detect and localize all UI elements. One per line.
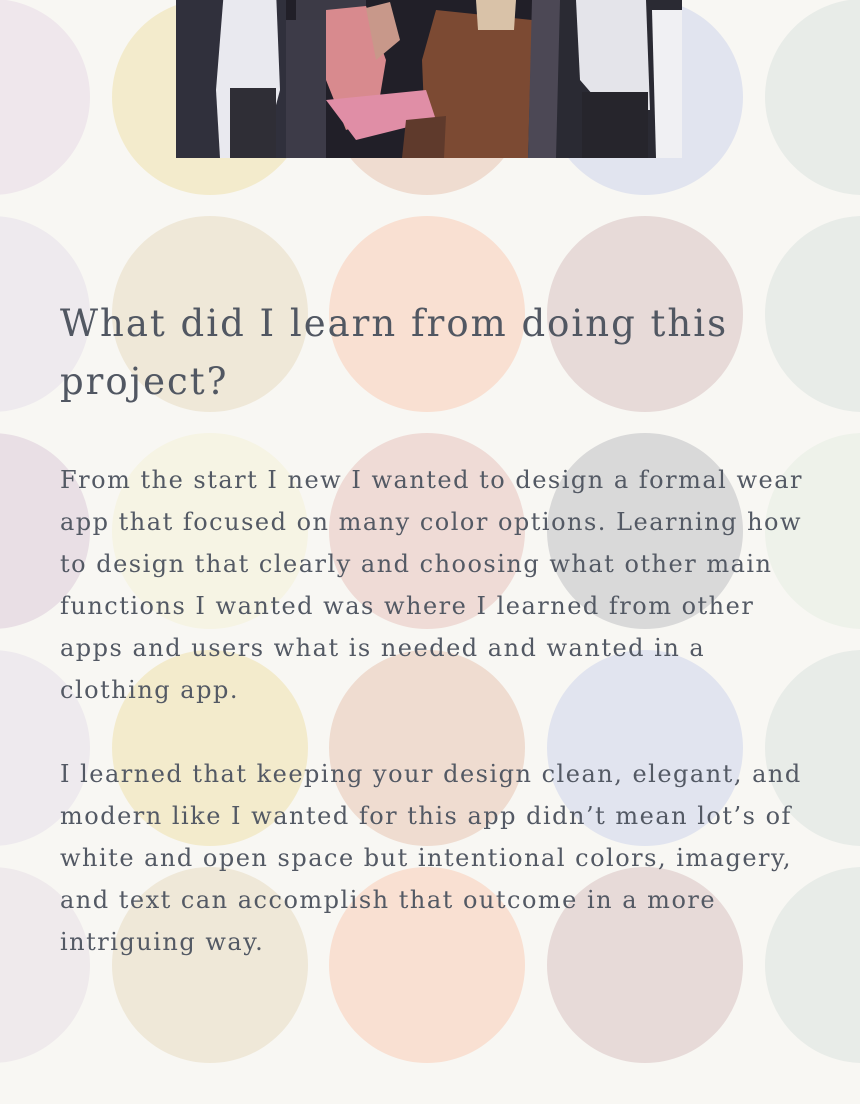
dancing-couples-image xyxy=(176,0,682,158)
background-dot xyxy=(765,0,860,195)
section-heading: What did I learn from doing this project… xyxy=(60,302,729,403)
project-reflection-section: What did I learn from doing this project… xyxy=(60,295,820,1005)
reflection-paragraph-2: I learned that keeping your design clean… xyxy=(60,760,802,956)
background-dot xyxy=(0,0,90,195)
reflection-paragraph-1: From the start I new I wanted to design … xyxy=(60,466,803,704)
event-photo xyxy=(176,0,682,158)
